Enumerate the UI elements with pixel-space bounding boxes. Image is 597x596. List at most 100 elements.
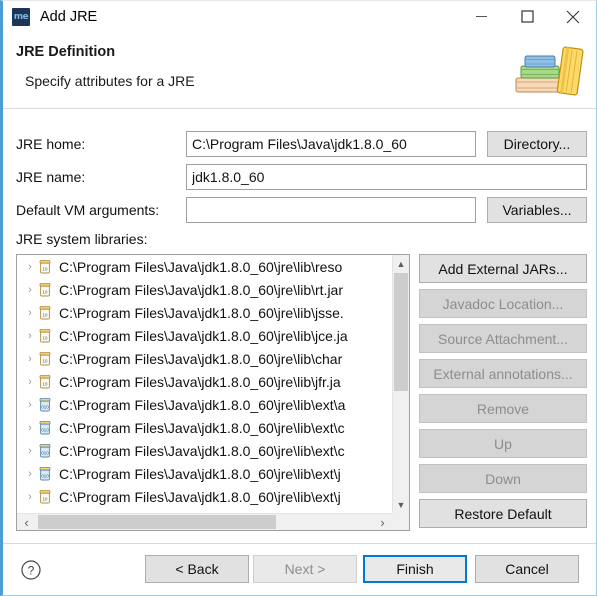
tree-row-label: C:\Program Files\Java\jdk1.8.0_60\jre\li… [59,488,341,505]
tree-row[interactable]: › 010 C:\Program Files\Java\jdk1.8.0_60\jr… [17,416,392,439]
finish-button[interactable]: Finish [363,555,467,583]
next-button: Next > [253,555,357,583]
up-button: Up [419,429,587,458]
jar-icon: 10 [37,351,53,367]
maximize-icon [520,10,534,23]
tree-row-label: C:\Program Files\Java\jdk1.8.0_60\jre\li… [59,304,344,321]
maximize-button[interactable] [504,1,550,32]
expand-chevron-icon[interactable]: › [23,307,37,319]
binary-jar-icon: 010 [37,397,53,413]
help-question-icon[interactable]: ? [21,560,41,580]
jre-name-input[interactable] [186,164,587,190]
tree-row-label: C:\Program Files\Java\jdk1.8.0_60\jre\li… [59,396,346,413]
dialog-footer: ? < Back Next > Finish Cancel [3,543,596,595]
expand-chevron-icon[interactable]: › [23,399,37,411]
jar-icon: 10 [37,282,53,298]
svg-text:10: 10 [43,289,48,294]
jre-home-input[interactable] [186,131,476,157]
expand-chevron-icon[interactable]: › [23,491,37,503]
back-button[interactable]: < Back [145,555,249,583]
expand-chevron-icon[interactable]: › [23,261,37,273]
jar-icon: 10 [37,305,53,321]
expand-chevron-icon[interactable]: › [23,422,37,434]
svg-text:010: 010 [41,404,49,409]
expand-chevron-icon[interactable]: › [23,330,37,342]
tree-row-label: C:\Program Files\Java\jdk1.8.0_60\jre\li… [59,327,348,344]
vm-arguments-label: Default VM arguments: [16,202,160,218]
tree-row[interactable]: › 10 C:\Program Files\Java\jdk1.8.0_60\jre… [17,347,392,370]
tree-row-label: C:\Program Files\Java\jdk1.8.0_60\jre\li… [59,442,345,459]
vm-arguments-input[interactable] [186,197,476,223]
tree-row[interactable]: › 10 C:\Program Files\Java\jdk1.8.0_60\jre… [17,278,392,301]
tree-row-label: C:\Program Files\Java\jdk1.8.0_60\jre\li… [59,373,341,390]
jar-icon: 10 [37,259,53,275]
tree-row[interactable]: › 010 C:\Program Files\Java\jdk1.8.0_60\jr… [17,393,392,416]
myeclipse-icon: me [12,7,30,26]
expand-chevron-icon[interactable]: › [23,468,37,480]
svg-text:010: 010 [41,450,49,455]
add-jre-dialog: me Add JRE JRE Definition Specify attrib… [0,0,597,596]
tree-row[interactable]: › 10 C:\Program Files\Java\jdk1.8.0_60\jre… [17,485,392,508]
close-icon [566,10,580,23]
window-title: Add JRE [40,8,98,25]
tree-row[interactable]: › 10 C:\Program Files\Java\jdk1.8.0_60\jre… [17,370,392,393]
jar-icon: 10 [37,328,53,344]
add-external-jars-button[interactable]: Add External JARs... [419,254,587,283]
svg-text:010: 010 [41,427,49,432]
scroll-right-icon[interactable]: › [373,514,392,530]
tree-row[interactable]: › 10 C:\Program Files\Java\jdk1.8.0_60\jre… [17,255,392,278]
tree-row-label: C:\Program Files\Java\jdk1.8.0_60\jre\li… [59,465,341,482]
svg-text:10: 10 [43,358,48,363]
down-button: Down [419,464,587,493]
jre-system-libraries-label: JRE system libraries: [16,231,148,247]
expand-chevron-icon[interactable]: › [23,445,37,457]
tree-row-label: C:\Program Files\Java\jdk1.8.0_60\jre\li… [59,419,345,436]
minimize-button[interactable] [458,1,504,32]
tree-row[interactable]: › 010 C:\Program Files\Java\jdk1.8.0_60\jr… [17,462,392,485]
close-button[interactable] [550,1,596,32]
tree-vertical-scrollbar[interactable]: ▲ ▼ [392,255,409,513]
tree-row[interactable]: › 10 C:\Program Files\Java\jdk1.8.0_60\jre… [17,301,392,324]
variables-button[interactable]: Variables... [487,197,587,223]
page-title: JRE Definition [16,44,116,60]
tree-horizontal-scrollbar[interactable]: ‹ › [17,513,392,530]
scrollbar-corner [392,513,409,530]
page-subtitle: Specify attributes for a JRE [25,73,195,89]
horizontal-scroll-thumb[interactable] [38,515,276,529]
jre-home-label: JRE home: [16,136,86,152]
svg-text:10: 10 [43,381,48,386]
jar-icon: 10 [37,489,53,505]
vertical-scroll-thumb[interactable] [394,273,408,391]
binary-jar-icon: 010 [37,466,53,482]
expand-chevron-icon[interactable]: › [23,376,37,388]
tree-row-label: C:\Program Files\Java\jdk1.8.0_60\jre\li… [59,350,343,367]
tree-row[interactable]: › 10 C:\Program Files\Java\jdk1.8.0_60\jre… [17,324,392,347]
svg-text:10: 10 [43,335,48,340]
svg-text:10: 10 [43,312,48,317]
svg-text:?: ? [28,564,35,578]
restore-default-button[interactable]: Restore Default [419,499,587,528]
wizard-header: JRE Definition Specify attributes for a … [3,32,596,109]
jre-system-libraries-tree[interactable]: › 10 C:\Program Files\Java\jdk1.8.0_60\jre… [16,254,410,531]
minimize-icon [475,16,487,17]
tree-row[interactable]: › 010 C:\Program Files\Java\jdk1.8.0_60\jr… [17,439,392,462]
scroll-up-icon[interactable]: ▲ [393,255,409,272]
jar-icon: 10 [37,374,53,390]
expand-chevron-icon[interactable]: › [23,353,37,365]
books-stack-icon [515,46,584,96]
binary-jar-icon: 010 [37,443,53,459]
source-attachment-button: Source Attachment... [419,324,587,353]
cancel-button[interactable]: Cancel [475,555,579,583]
expand-chevron-icon[interactable]: › [23,284,37,296]
svg-text:10: 10 [43,496,48,501]
svg-text:010: 010 [41,473,49,478]
scroll-down-icon[interactable]: ▼ [393,496,409,513]
tree-row-label: C:\Program Files\Java\jdk1.8.0_60\jre\li… [59,281,343,298]
remove-button: Remove [419,394,587,423]
tree-rows-container: › 10 C:\Program Files\Java\jdk1.8.0_60\jre… [17,255,392,513]
binary-jar-icon: 010 [37,420,53,436]
jre-name-label: JRE name: [16,169,86,185]
tree-row-label: C:\Program Files\Java\jdk1.8.0_60\jre\li… [59,258,343,275]
scroll-left-icon[interactable]: ‹ [17,514,36,530]
directory-button[interactable]: Directory... [487,131,587,157]
